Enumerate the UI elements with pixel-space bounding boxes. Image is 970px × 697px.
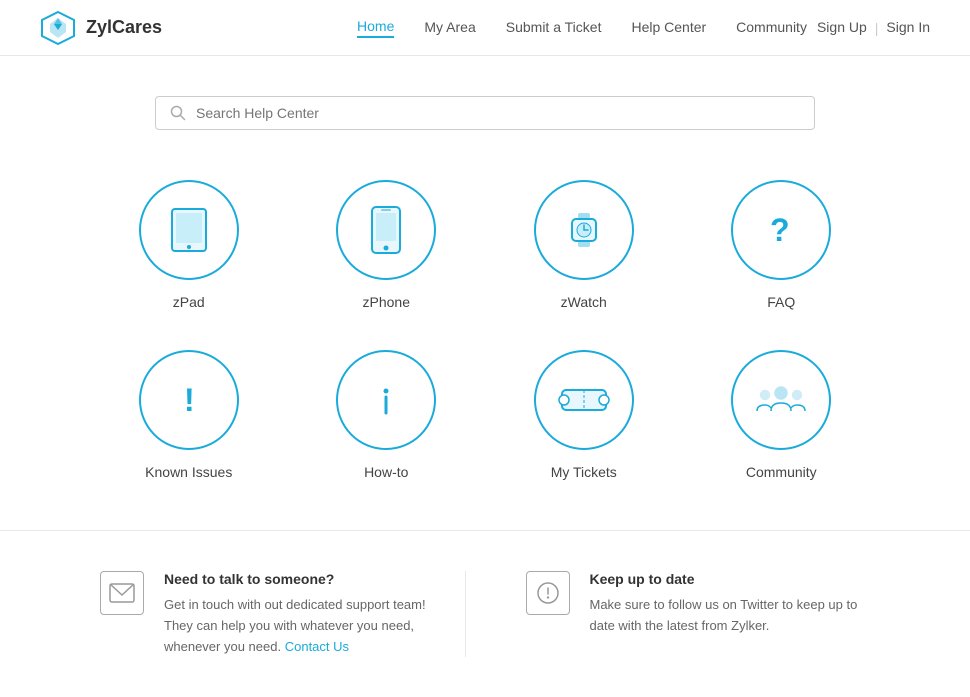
category-grid: zPad zPhone zWatch	[0, 160, 970, 530]
community-circle	[731, 350, 831, 450]
question-icon: ?	[756, 205, 806, 255]
sign-in-link[interactable]: Sign In	[886, 19, 930, 37]
ticket-icon	[554, 375, 614, 425]
zphone-circle	[336, 180, 436, 280]
logo-text: ZylCares	[86, 17, 162, 38]
contact-title: Need to talk to someone?	[164, 571, 445, 587]
zpad-label: zPad	[173, 294, 205, 310]
search-bar	[155, 96, 815, 130]
tablet-icon	[162, 203, 216, 257]
community-label: Community	[746, 464, 817, 480]
search-section	[0, 56, 970, 160]
category-faq[interactable]: ? FAQ	[693, 180, 871, 310]
logo-area: ZylCares	[40, 10, 162, 46]
category-zwatch[interactable]: zWatch	[495, 180, 673, 310]
zwatch-circle	[534, 180, 634, 280]
category-my-tickets[interactable]: My Tickets	[495, 350, 673, 480]
nav-help-center[interactable]: Help Center	[631, 19, 706, 37]
search-icon	[170, 105, 186, 121]
auth-divider: |	[875, 20, 879, 36]
updates-body: Make sure to follow us on Twitter to kee…	[590, 595, 871, 637]
faq-circle: ?	[731, 180, 831, 280]
contact-content: Need to talk to someone? Get in touch wi…	[164, 571, 445, 657]
email-icon	[109, 583, 135, 603]
my-tickets-label: My Tickets	[551, 464, 617, 480]
my-tickets-circle	[534, 350, 634, 450]
info-section: Need to talk to someone? Get in touch wi…	[0, 530, 970, 697]
alert-icon	[536, 581, 560, 605]
info-icon	[361, 375, 411, 425]
updates-block: Keep up to date Make sure to follow us o…	[465, 571, 871, 657]
nav-home[interactable]: Home	[357, 18, 394, 38]
sign-up-link[interactable]: Sign Up	[817, 19, 867, 37]
svg-text:!: !	[184, 382, 195, 418]
community-icon	[751, 373, 811, 427]
category-zpad[interactable]: zPad	[100, 180, 278, 310]
exclamation-icon: !	[164, 375, 214, 425]
contact-block: Need to talk to someone? Get in touch wi…	[100, 571, 445, 657]
how-to-label: How-to	[364, 464, 408, 480]
known-issues-label: Known Issues	[145, 464, 232, 480]
phone-icon	[364, 203, 408, 257]
header: ZylCares Home My Area Submit a Ticket He…	[0, 0, 970, 56]
nav-submit-ticket[interactable]: Submit a Ticket	[506, 19, 602, 37]
zpad-circle	[139, 180, 239, 280]
email-icon-wrap	[100, 571, 144, 615]
category-community[interactable]: Community	[693, 350, 871, 480]
zwatch-label: zWatch	[561, 294, 607, 310]
svg-text:?: ?	[770, 212, 790, 248]
faq-label: FAQ	[767, 294, 795, 310]
nav-my-area[interactable]: My Area	[424, 19, 475, 37]
known-issues-circle: !	[139, 350, 239, 450]
how-to-circle	[336, 350, 436, 450]
nav-community[interactable]: Community	[736, 19, 807, 37]
updates-title: Keep up to date	[590, 571, 871, 587]
alert-icon-wrap	[526, 571, 570, 615]
category-how-to[interactable]: How-to	[298, 350, 476, 480]
updates-content: Keep up to date Make sure to follow us o…	[590, 571, 871, 637]
category-zphone[interactable]: zPhone	[298, 180, 476, 310]
search-input[interactable]	[196, 105, 800, 121]
main-nav: Home My Area Submit a Ticket Help Center…	[357, 18, 807, 38]
zphone-label: zPhone	[363, 294, 410, 310]
auth-area: Sign Up | Sign In	[817, 19, 930, 37]
logo-icon	[40, 10, 76, 46]
contact-link[interactable]: Contact Us	[285, 639, 349, 654]
watch-icon	[562, 203, 606, 257]
contact-body: Get in touch with out dedicated support …	[164, 595, 445, 657]
category-known-issues[interactable]: ! Known Issues	[100, 350, 278, 480]
